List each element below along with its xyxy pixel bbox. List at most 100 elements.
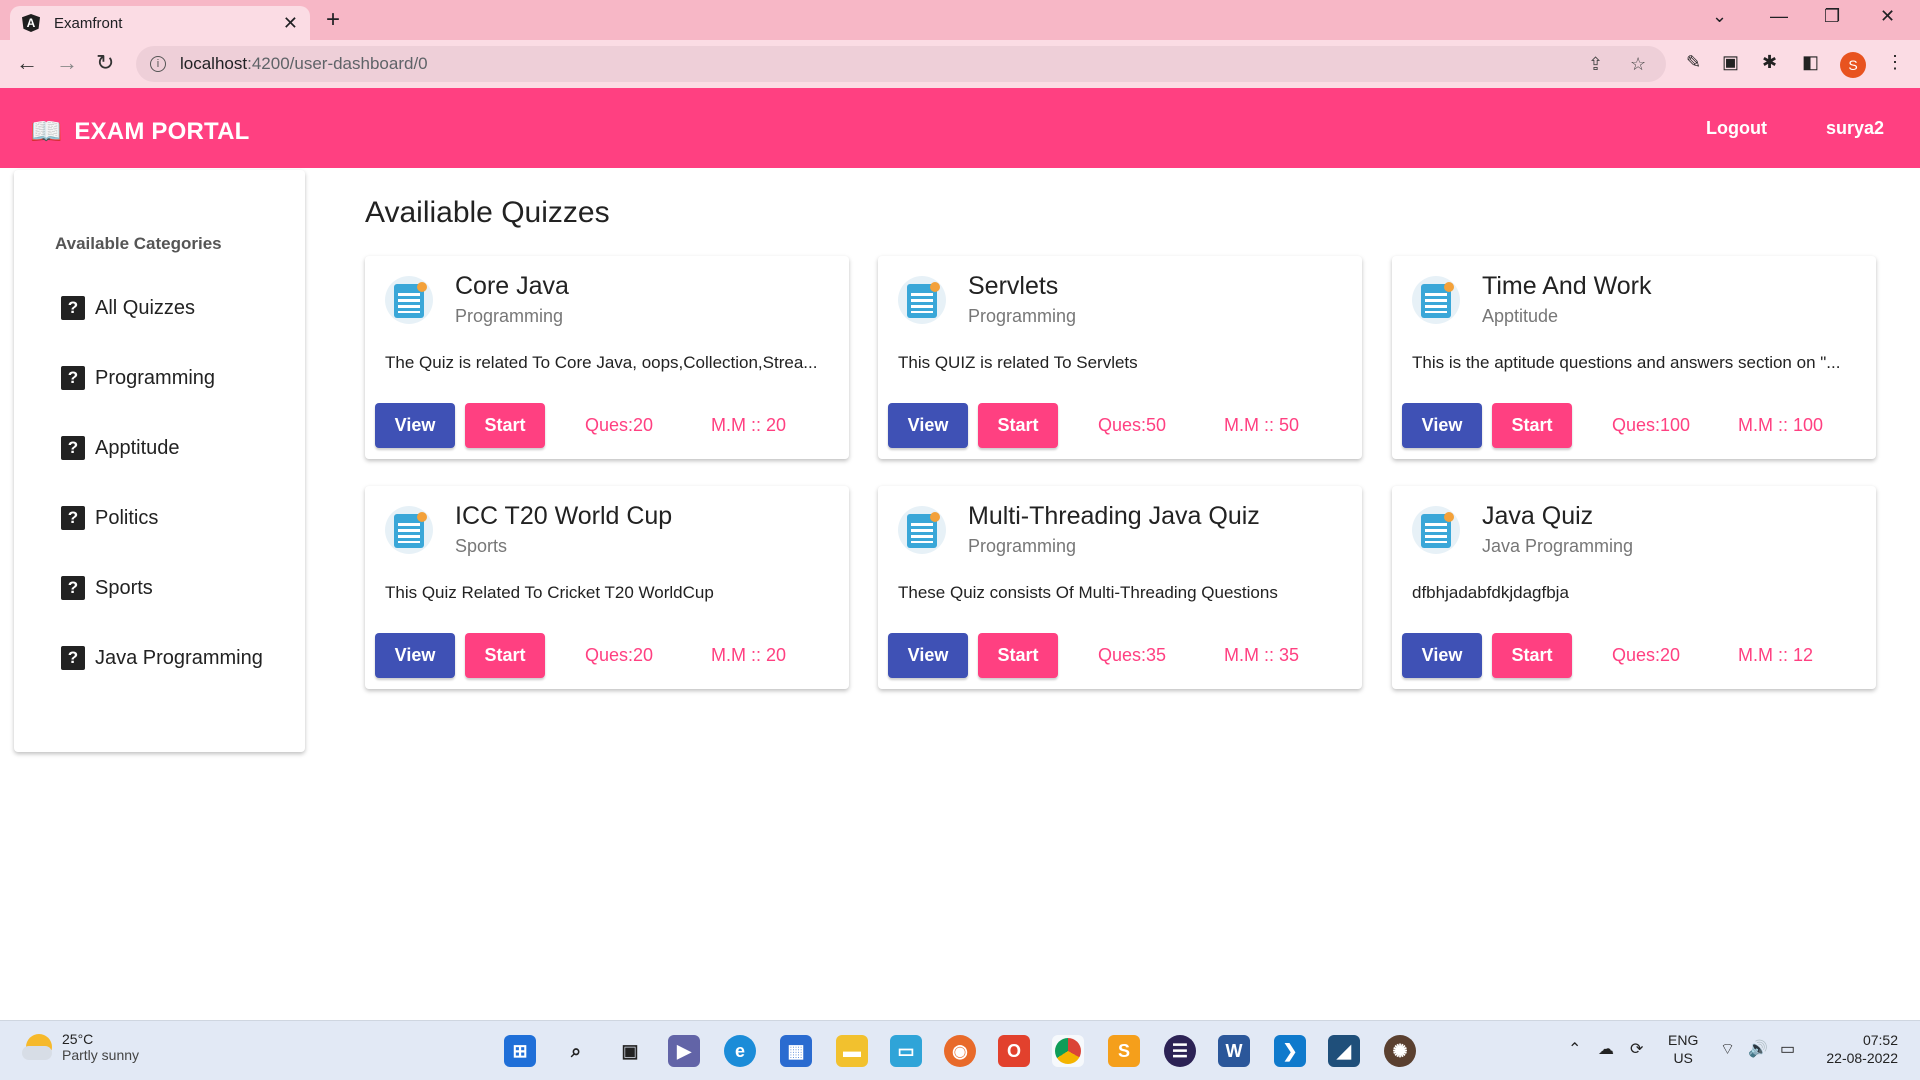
quiz-card: Time And Work Apptitude This is the apti… (1392, 256, 1876, 459)
sidebar-item-all-quizzes[interactable]: ? All Quizzes (61, 296, 195, 320)
word-icon[interactable]: W (1218, 1035, 1250, 1067)
view-button[interactable]: View (375, 633, 455, 678)
quiz-category: Java Programming (1482, 536, 1634, 556)
mysql-workbench-icon[interactable]: ◢ (1328, 1035, 1360, 1067)
clock[interactable]: 07:52 22-08-2022 (1818, 1031, 1898, 1067)
quiz-description: These Quiz consists Of Multi-Threading Q… (898, 583, 1278, 602)
volume-icon[interactable]: 🔊 (1748, 1039, 1768, 1059)
task-view-icon[interactable]: ▣ (614, 1035, 646, 1067)
start-button[interactable]: Start (1492, 633, 1572, 678)
language-indicator[interactable]: ENG US (1668, 1031, 1698, 1067)
tab-search-icon[interactable]: ⌄ (1712, 6, 1727, 27)
site-info-icon[interactable]: i (150, 56, 166, 72)
quiz-icon: ? (61, 366, 85, 390)
view-button[interactable]: View (888, 403, 968, 448)
forward-icon[interactable]: → (56, 50, 78, 76)
clock-time: 07:52 (1862, 1032, 1898, 1048)
reload-icon[interactable]: ↻ (96, 50, 114, 76)
bookmark-star-icon[interactable]: ☆ (1630, 54, 1646, 75)
sidebar-item-java-programming[interactable]: ? Java Programming (61, 646, 263, 670)
quiz-avatar-icon (385, 276, 433, 324)
logout-link[interactable]: Logout (1706, 118, 1767, 139)
eclipse-icon[interactable]: ☰ (1164, 1035, 1196, 1067)
browser-tab-strip: A Examfront ✕ + ⌄ — ❐ ✕ (0, 0, 1920, 40)
sidebar-item-politics[interactable]: ? Politics (61, 506, 158, 530)
sidebar-item-apptitude[interactable]: ? Apptitude (61, 436, 180, 460)
sidebar-item-label: Sports (95, 576, 153, 599)
weather-condition: Partly sunny (62, 1047, 140, 1063)
profile-avatar[interactable]: S (1840, 52, 1866, 78)
quiz-category: Programming (968, 536, 1077, 556)
quiz-avatar-icon (1412, 276, 1460, 324)
sidebar-item-programming[interactable]: ? Programming (61, 366, 215, 390)
quiz-icon: ? (61, 506, 85, 530)
url-host: localhost (180, 54, 248, 73)
remote-desktop-icon[interactable]: ▭ (890, 1035, 922, 1067)
extensions-puzzle-icon[interactable]: ✱ (1762, 52, 1777, 73)
office-icon[interactable]: O (998, 1035, 1030, 1067)
new-tab-icon[interactable]: + (326, 6, 340, 34)
app-icon[interactable]: ✺ (1384, 1035, 1416, 1067)
browser-menu-icon[interactable]: ⋮ (1886, 52, 1904, 73)
teams-chat-icon[interactable]: ▶ (668, 1035, 700, 1067)
back-icon[interactable]: ← (16, 50, 38, 76)
edge-icon[interactable]: e (724, 1035, 756, 1067)
store-icon[interactable]: ▦ (780, 1035, 812, 1067)
start-button[interactable]: Start (978, 633, 1058, 678)
question-count: Ques:20 (585, 415, 654, 435)
weather-widget[interactable]: 25°C Partly sunny (22, 1031, 140, 1063)
quiz-category: Apptitude (1482, 306, 1559, 326)
url-path: :4200/user-dashboard/0 (247, 54, 428, 73)
quiz-category: Programming (455, 306, 564, 326)
file-explorer-icon[interactable]: ▬ (836, 1035, 868, 1067)
region-code: US (1673, 1050, 1693, 1066)
username-link[interactable]: surya2 (1826, 118, 1884, 139)
wifi-icon[interactable]: ⌔ (1720, 1039, 1735, 1059)
quiz-description: This QUIZ is related To Servlets (898, 353, 1138, 372)
view-button[interactable]: View (1402, 633, 1482, 678)
quiz-title: Multi-Threading Java Quiz (968, 502, 1260, 530)
quiz-card: ICC T20 World Cup Sports This Quiz Relat… (365, 486, 849, 689)
firefox-icon[interactable]: ◉ (944, 1035, 976, 1067)
address-bar[interactable]: i localhost:4200/user-dashboard/0 ⇪ ☆ (136, 46, 1666, 82)
search-icon[interactable]: ⌕ (560, 1035, 592, 1067)
quiz-description: The Quiz is related To Core Java, oops,C… (385, 353, 818, 372)
start-button[interactable]: Start (465, 403, 545, 448)
vscode-icon[interactable]: ❯ (1274, 1035, 1306, 1067)
close-window-icon[interactable]: ✕ (1880, 6, 1895, 27)
view-button[interactable]: View (375, 403, 455, 448)
battery-icon[interactable]: ▭ (1780, 1039, 1795, 1059)
view-button[interactable]: View (888, 633, 968, 678)
start-button[interactable]: Start (465, 633, 545, 678)
extension-pen-icon[interactable]: ✎ (1686, 52, 1701, 73)
minimize-icon[interactable]: — (1770, 6, 1788, 27)
view-button[interactable]: View (1402, 403, 1482, 448)
windows-start-icon[interactable]: ⊞ (504, 1035, 536, 1067)
start-button[interactable]: Start (1492, 403, 1572, 448)
url-text: localhost:4200/user-dashboard/0 (180, 54, 428, 74)
quiz-title: ICC T20 World Cup (455, 502, 673, 530)
show-hidden-icons-icon[interactable]: ⌃ (1568, 1039, 1581, 1059)
onedrive-icon[interactable]: ☁ (1598, 1039, 1614, 1059)
chrome-icon[interactable] (1052, 1035, 1084, 1067)
start-button[interactable]: Start (978, 403, 1058, 448)
browser-tab[interactable]: A Examfront ✕ (10, 6, 310, 40)
sidebar-heading: Available Categories (55, 234, 222, 253)
max-marks: M.M :: 20 (711, 415, 787, 435)
sync-icon[interactable]: ⟳ (1630, 1039, 1643, 1059)
max-marks: M.M :: 12 (1738, 645, 1814, 665)
quiz-icon: ? (61, 296, 85, 320)
sublime-text-icon[interactable]: S (1108, 1035, 1140, 1067)
partly-sunny-icon (22, 1034, 52, 1060)
close-tab-icon[interactable]: ✕ (283, 13, 298, 34)
quiz-card: Multi-Threading Java Quiz Programming Th… (878, 486, 1362, 689)
quiz-icon: ? (61, 646, 85, 670)
sidebar-item-sports[interactable]: ? Sports (61, 576, 153, 600)
quiz-description: This Quiz Related To Cricket T20 WorldCu… (385, 583, 714, 602)
restore-icon[interactable]: ❐ (1824, 6, 1840, 27)
extension-tab-icon[interactable]: ▣ (1722, 52, 1739, 73)
side-panel-icon[interactable]: ◧ (1802, 52, 1819, 73)
share-icon[interactable]: ⇪ (1588, 54, 1603, 75)
brand[interactable]: 📖 EXAM PORTAL (30, 116, 249, 147)
windows-taskbar: 25°C Partly sunny ⊞ ⌕ ▣ ▶ e ▦ ▬ ▭ ◉ O S … (0, 1020, 1920, 1080)
